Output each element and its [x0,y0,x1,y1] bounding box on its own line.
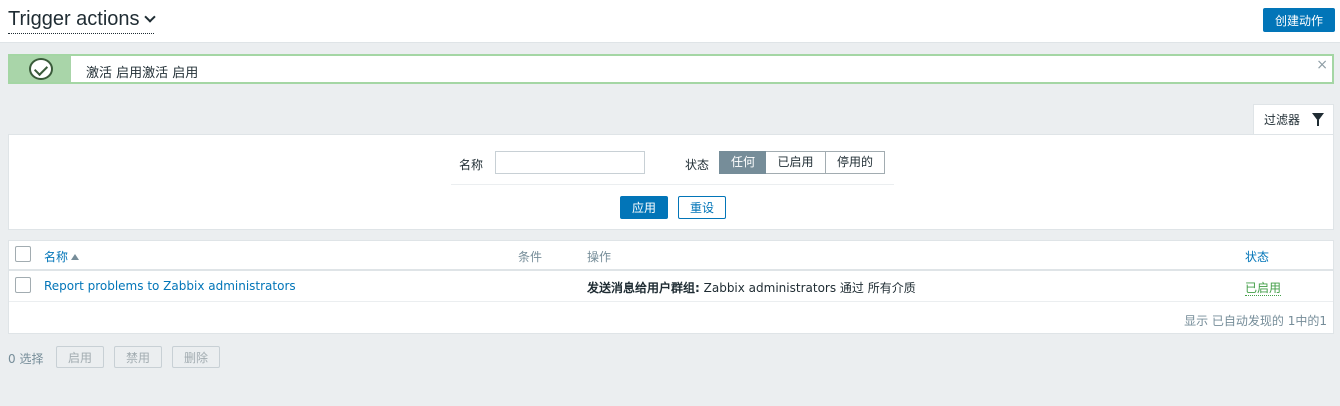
action-name-link[interactable]: Report problems to Zabbix administrators [44,279,296,293]
table-header: 名称 条件 操作 状态 [9,241,1333,271]
disable-button[interactable]: 禁用 [114,346,162,368]
close-icon[interactable]: × [1316,57,1328,73]
message-icon-area [10,56,71,82]
column-header-name[interactable]: 名称 [44,248,80,265]
operation-detail: Zabbix administrators 通过 所有介质 [699,281,916,295]
status-filter-label: 状态 [685,158,710,172]
status-toggle[interactable]: 已启用 [1245,281,1282,296]
page-title-text: Trigger actions [8,8,140,30]
operation-cell: 发送消息给用户群组: Zabbix administrators 通过 所有介质 [587,279,916,296]
filter-divider [451,184,894,185]
reset-button[interactable]: 重设 [678,196,726,219]
status-cell: 已启用 [1245,279,1282,296]
page-title[interactable]: Trigger actions [8,6,156,34]
column-header-status[interactable]: 状态 [1245,248,1269,265]
table-row: Report problems to Zabbix administrators… [9,271,1333,302]
column-header-conditions: 条件 [518,250,543,264]
column-header-operations: 操作 [587,250,612,264]
row-checkbox[interactable] [15,277,31,293]
table-footer-count: 显示 已自动发现的 1中的1 [1184,314,1327,328]
column-header-name-label: 名称 [44,250,69,264]
filter-icon [1312,113,1324,126]
status-option-enabled[interactable]: 已启用 [766,151,826,174]
success-message: 激活 启用激活 启用 × [8,54,1334,84]
status-option-any[interactable]: 任何 [719,151,767,174]
operation-type: 发送消息给用户群组: [587,281,700,295]
name-filter-label: 名称 [459,158,484,172]
filter-tab-label: 过滤器 [1264,113,1301,127]
filter-panel: 名称 状态 任何 已启用 停用的 应用 重设 [8,134,1334,230]
page-header: Trigger actions 创建动作 [0,0,1340,43]
sort-ascending-icon [71,254,80,260]
select-all-checkbox[interactable] [15,246,31,262]
filter-tab[interactable]: 过滤器 [1253,104,1334,135]
status-option-disabled[interactable]: 停用的 [825,151,885,174]
delete-button[interactable]: 删除 [172,346,220,368]
name-filter-input[interactable] [495,151,645,174]
check-circle-icon [29,58,53,80]
message-text: 激活 启用激活 启用 [86,66,199,81]
apply-button[interactable]: 应用 [620,196,668,219]
chevron-down-icon [143,11,156,23]
enable-button[interactable]: 启用 [56,346,104,368]
selected-count: 0 选择 [8,352,44,366]
actions-table: 名称 条件 操作 状态 Report problems to Zabbix ad… [8,240,1334,334]
create-action-button[interactable]: 创建动作 [1263,8,1335,32]
